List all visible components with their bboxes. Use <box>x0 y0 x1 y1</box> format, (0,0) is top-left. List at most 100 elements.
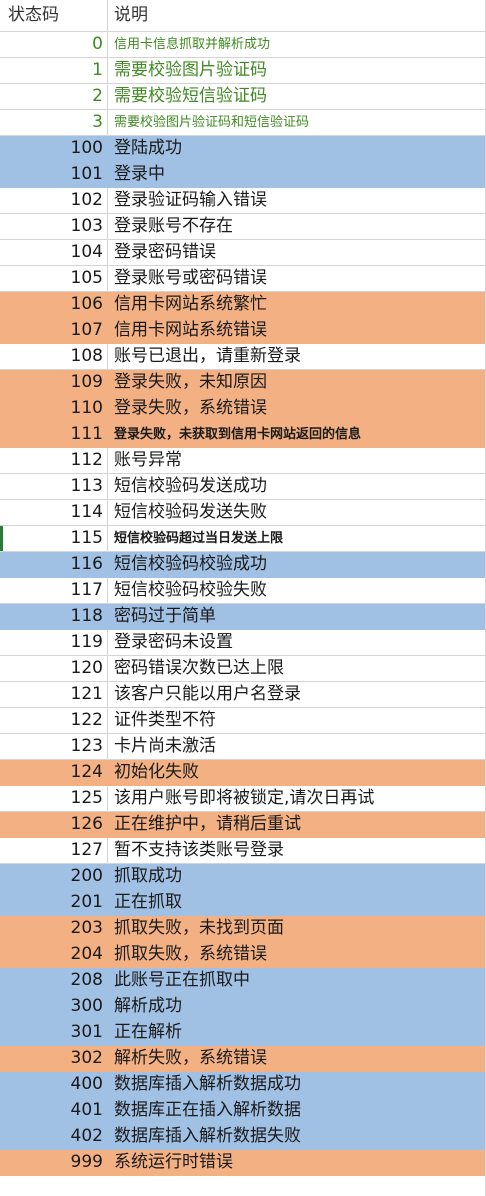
status-code-cell[interactable]: 300 <box>0 994 108 1019</box>
description-cell[interactable]: 需要校验图片验证码 <box>108 58 486 83</box>
description-cell[interactable]: 抓取失败，未找到页面 <box>108 916 486 941</box>
status-code-cell[interactable]: 118 <box>0 604 108 629</box>
description-cell[interactable]: 系统运行时错误 <box>108 1150 486 1175</box>
status-code-cell[interactable]: 400 <box>0 1072 108 1097</box>
status-code-cell[interactable]: 111 <box>0 422 108 447</box>
table-row: 104 登录密码错误 <box>0 240 486 266</box>
description-cell[interactable]: 此账号正在抓取中 <box>108 968 486 993</box>
status-code-cell[interactable]: 208 <box>0 968 108 993</box>
description-cell[interactable]: 登录账号不存在 <box>108 214 486 239</box>
description-cell[interactable]: 账号异常 <box>108 448 486 473</box>
description-cell[interactable]: 登录失败，系统错误 <box>108 396 486 421</box>
table-row: 110 登录失败，系统错误 <box>0 396 486 422</box>
description-cell[interactable]: 正在抓取 <box>108 890 486 915</box>
description-cell[interactable]: 解析成功 <box>108 994 486 1019</box>
description-cell[interactable]: 短信校验码超过当日发送上限 <box>108 526 486 551</box>
status-code-cell[interactable]: 2 <box>0 84 108 109</box>
description-cell[interactable]: 数据库插入解析数据失败 <box>108 1124 486 1149</box>
header-desc-cell[interactable]: 说明 <box>108 0 486 31</box>
status-code-cell[interactable]: 302 <box>0 1046 108 1071</box>
description-cell[interactable]: 密码过于简单 <box>108 604 486 629</box>
table-row: 400 数据库插入解析数据成功 <box>0 1072 486 1098</box>
status-code-cell[interactable]: 402 <box>0 1124 108 1149</box>
status-code-cell[interactable]: 101 <box>0 162 108 187</box>
description-cell[interactable]: 登录密码错误 <box>108 240 486 265</box>
description-cell[interactable]: 密码错误次数已达上限 <box>108 656 486 681</box>
description-cell[interactable]: 登录密码未设置 <box>108 630 486 655</box>
description-cell[interactable]: 证件类型不符 <box>108 708 486 733</box>
status-code-cell[interactable]: 103 <box>0 214 108 239</box>
status-code-cell[interactable]: 121 <box>0 682 108 707</box>
status-code-cell[interactable]: 112 <box>0 448 108 473</box>
status-code-cell[interactable]: 0 <box>0 32 108 57</box>
description-cell[interactable]: 暂不支持该类账号登录 <box>108 838 486 863</box>
description-cell[interactable]: 正在维护中，请稍后重试 <box>108 812 486 837</box>
description-cell[interactable]: 需要校验短信验证码 <box>108 84 486 109</box>
description-cell[interactable]: 信用卡信息抓取并解析成功 <box>108 32 486 57</box>
status-code-cell[interactable]: 104 <box>0 240 108 265</box>
description-cell[interactable]: 数据库正在插入解析数据 <box>108 1098 486 1123</box>
description-cell[interactable]: 短信校验码校验失败 <box>108 578 486 603</box>
description-cell[interactable]: 登录中 <box>108 162 486 187</box>
status-code-cell[interactable]: 117 <box>0 578 108 603</box>
description-cell[interactable]: 短信校验码发送成功 <box>108 474 486 499</box>
description-cell[interactable]: 短信校验码校验成功 <box>108 552 486 577</box>
status-code-cell[interactable]: 999 <box>0 1150 108 1175</box>
status-code-cell[interactable]: 108 <box>0 344 108 369</box>
description-cell[interactable]: 登录账号或密码错误 <box>108 266 486 291</box>
table-row: 302 解析失败，系统错误 <box>0 1046 486 1072</box>
description-cell[interactable]: 登录失败，未知原因 <box>108 370 486 395</box>
description-cell[interactable]: 该客户只能以用户名登录 <box>108 682 486 707</box>
table-row: 120 密码错误次数已达上限 <box>0 656 486 682</box>
description-cell[interactable]: 抓取成功 <box>108 864 486 889</box>
description-cell[interactable]: 账号已退出，请重新登录 <box>108 344 486 369</box>
status-code-cell[interactable]: 110 <box>0 396 108 421</box>
status-code-cell[interactable]: 126 <box>0 812 108 837</box>
header-row: 状态码 说明 <box>0 0 486 32</box>
status-code-cell[interactable]: 100 <box>0 136 108 161</box>
status-code-cell[interactable]: 120 <box>0 656 108 681</box>
status-code-cell[interactable]: 123 <box>0 734 108 759</box>
status-code-cell[interactable]: 301 <box>0 1020 108 1045</box>
description-cell[interactable]: 初始化失败 <box>108 760 486 785</box>
description-cell[interactable]: 卡片尚未激活 <box>108 734 486 759</box>
status-code-cell[interactable]: 115 <box>0 526 108 551</box>
status-code-cell[interactable]: 116 <box>0 552 108 577</box>
description-cell[interactable]: 正在解析 <box>108 1020 486 1045</box>
status-code-cell[interactable]: 105 <box>0 266 108 291</box>
description-cell[interactable]: 信用卡网站系统繁忙 <box>108 292 486 317</box>
description-cell[interactable]: 登录验证码输入错误 <box>108 188 486 213</box>
description-cell[interactable]: 需要校验图片验证码和短信验证码 <box>108 110 486 135</box>
status-code-cell[interactable]: 124 <box>0 760 108 785</box>
status-code-cell[interactable]: 204 <box>0 942 108 967</box>
status-code-cell[interactable]: 114 <box>0 500 108 525</box>
status-code-cell[interactable]: 200 <box>0 864 108 889</box>
status-code-cell[interactable]: 127 <box>0 838 108 863</box>
description-cell[interactable]: 信用卡网站系统错误 <box>108 318 486 343</box>
description-cell[interactable]: 该用户账号即将被锁定,请次日再试 <box>108 786 486 811</box>
description-cell[interactable]: 登陆成功 <box>108 136 486 161</box>
status-code-cell[interactable]: 119 <box>0 630 108 655</box>
description-cell[interactable]: 抓取失败，系统错误 <box>108 942 486 967</box>
status-code-cell[interactable]: 1 <box>0 58 108 83</box>
table-row: 2 需要校验短信验证码 <box>0 84 486 110</box>
status-code-cell[interactable]: 125 <box>0 786 108 811</box>
status-code-cell[interactable]: 201 <box>0 890 108 915</box>
table-row: 109 登录失败，未知原因 <box>0 370 486 396</box>
status-code-cell[interactable]: 203 <box>0 916 108 941</box>
status-code-cell[interactable]: 3 <box>0 110 108 135</box>
description-cell[interactable]: 数据库插入解析数据成功 <box>108 1072 486 1097</box>
description-cell[interactable]: 解析失败，系统错误 <box>108 1046 486 1071</box>
table-row: 103 登录账号不存在 <box>0 214 486 240</box>
status-code-cell[interactable]: 102 <box>0 188 108 213</box>
description-cell[interactable]: 登录失败，未获取到信用卡网站返回的信息 <box>108 422 486 447</box>
status-code-cell[interactable]: 122 <box>0 708 108 733</box>
description-cell[interactable]: 短信校验码发送失败 <box>108 500 486 525</box>
status-code-cell[interactable]: 401 <box>0 1098 108 1123</box>
status-code-cell[interactable]: 109 <box>0 370 108 395</box>
status-code-cell[interactable]: 113 <box>0 474 108 499</box>
status-code-cell[interactable]: 107 <box>0 318 108 343</box>
status-code-cell[interactable]: 106 <box>0 292 108 317</box>
header-code-cell[interactable]: 状态码 <box>0 0 108 31</box>
table-row: 106 信用卡网站系统繁忙 <box>0 292 486 318</box>
